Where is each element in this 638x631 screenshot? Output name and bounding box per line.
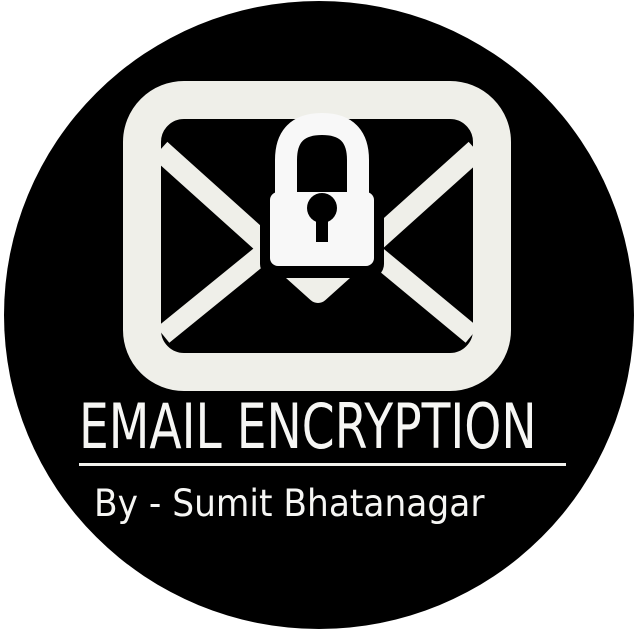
logo-title: EMAIL ENCRYPTION — [79, 390, 537, 463]
envelope-lock-icon — [123, 81, 511, 391]
logo-byline: By - Sumit Bhatanagar — [94, 482, 485, 525]
title-underline — [79, 463, 566, 466]
envelope-left-fold — [156, 240, 277, 343]
